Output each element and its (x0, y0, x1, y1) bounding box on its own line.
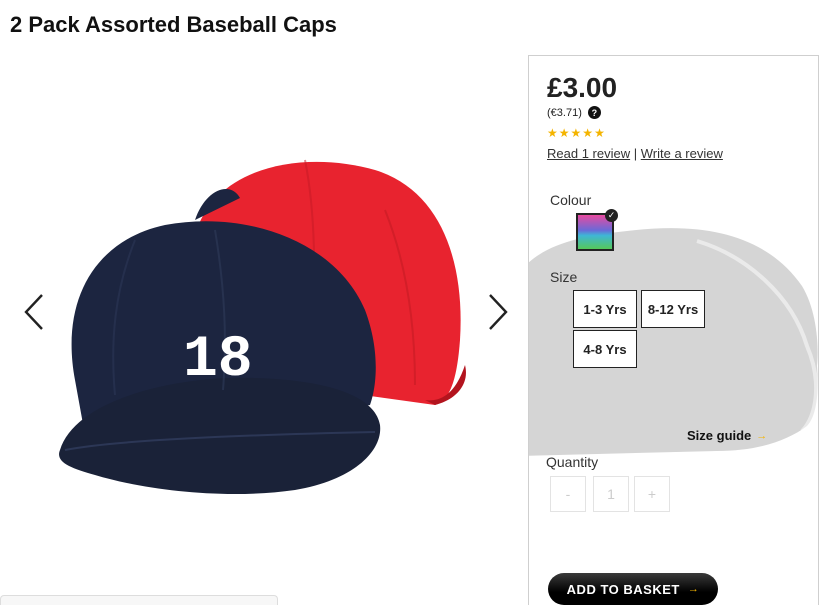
chevron-left-icon (24, 294, 43, 330)
rating-stars: ★ ★ ★ ★ ★ (547, 126, 605, 140)
add-to-basket-button[interactable]: ADD TO BASKET → (548, 573, 718, 605)
colour-swatch-assorted[interactable]: ✓ (576, 209, 618, 251)
product-title: 2 Pack Assorted Baseball Caps (10, 12, 337, 37)
next-image-button[interactable] (486, 292, 510, 332)
quantity-decrease-button[interactable]: - (550, 476, 586, 512)
thumbnail-strip[interactable] (0, 595, 278, 605)
help-icon[interactable]: ? (587, 106, 601, 119)
star-icon: ★ (547, 126, 558, 140)
size-option-4-8-yrs[interactable]: 4-8 Yrs (573, 330, 637, 368)
size-guide-label: Size guide (687, 428, 752, 443)
previous-image-button[interactable] (22, 292, 46, 332)
chevron-right-icon (489, 294, 508, 330)
quantity-label: Quantity (546, 454, 599, 470)
star-icon: ★ (558, 126, 570, 140)
alternate-price-value: (€3.71) (547, 106, 582, 119)
product-image-caps: 18 (59, 159, 466, 495)
alternate-price: (€3.71) ? (547, 106, 601, 119)
quantity-input[interactable]: 1 (593, 476, 629, 512)
cap-number: 18 (183, 328, 253, 393)
product-price: £3.00 (547, 72, 618, 103)
check-icon: ✓ (605, 209, 618, 222)
quantity-increase-button[interactable]: + (634, 476, 670, 512)
star-icon: ★ (582, 126, 594, 140)
review-links: Read 1 review | Write a review (547, 146, 723, 161)
size-option-1-3-yrs[interactable]: 1-3 Yrs (573, 290, 637, 328)
add-to-basket-label: ADD TO BASKET (566, 581, 680, 597)
star-icon: ★ (594, 126, 605, 140)
product-image-gallery: 18 (0, 55, 528, 605)
star-icon: ★ (570, 126, 582, 140)
size-guide-link[interactable]: Size guide → (687, 428, 767, 443)
arrow-right-icon: → (756, 429, 768, 442)
arrow-right-icon: → (687, 583, 700, 595)
size-option-8-12-yrs[interactable]: 8-12 Yrs (641, 290, 705, 328)
product-details-panel: £3.00 (€3.71) ? ★ ★ ★ ★ ★ Read 1 review … (528, 55, 819, 605)
ghost-cap-image (529, 228, 818, 456)
size-label: Size (550, 269, 578, 285)
review-separator: | (633, 146, 638, 161)
write-review-link[interactable]: Write a review (641, 146, 723, 161)
read-reviews-link[interactable]: Read 1 review (547, 146, 630, 161)
colour-label: Colour (550, 192, 592, 208)
